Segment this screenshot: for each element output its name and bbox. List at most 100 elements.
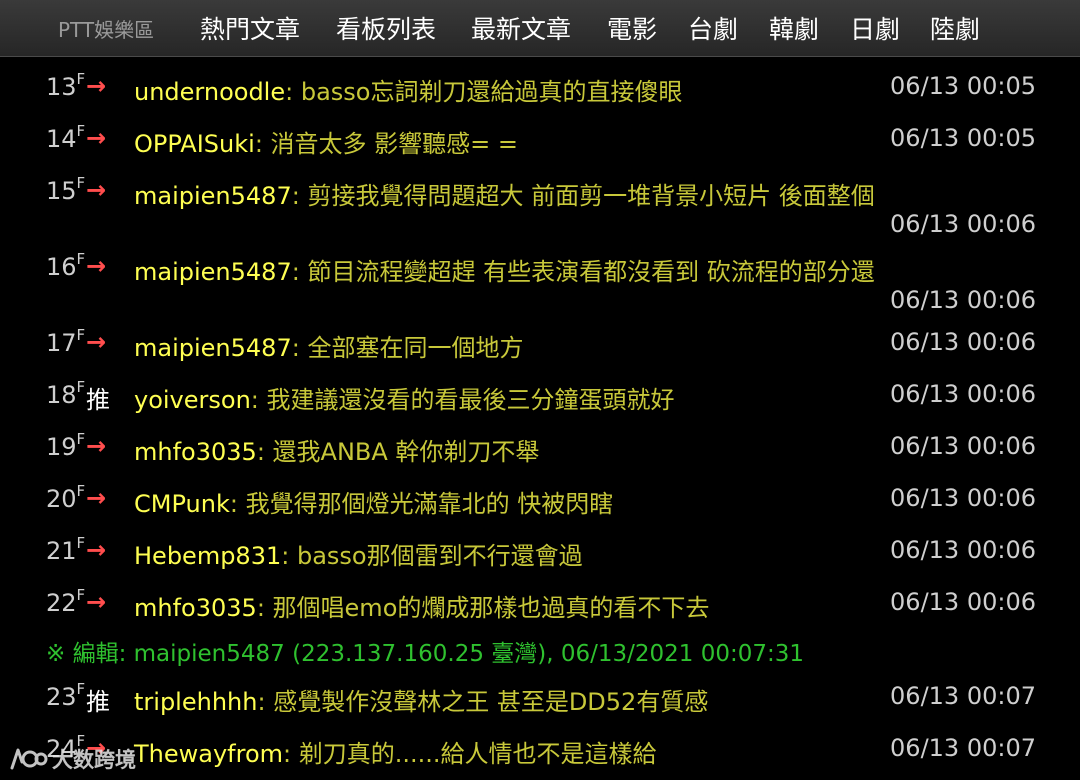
comment-row: 23F 推 triplehhhh: 感覺製作沒聲林之王 甚至是DD52有質感 0… (0, 668, 1080, 716)
comment-content: Hebemp831: basso那個雷到不行還會過 (134, 536, 583, 571)
comment-row: 24F → Thewayfrom: 剃刀真的......給人情也不是這樣給 06… (0, 720, 1080, 768)
comment-user[interactable]: OPPAISuki (134, 130, 255, 158)
floor-number: 22F (46, 586, 86, 617)
comment-row: 20F → CMPunk: 我覺得那個燈光滿靠北的 快被閃瞎 06/13 00:… (0, 470, 1080, 518)
comment-time: 06/13 00:06 (890, 380, 1036, 408)
comment-time: 06/13 00:05 (890, 72, 1036, 100)
watermark-text: 大数跨境 (52, 748, 136, 772)
comment-row: 14F → OPPAISuki: 消音太多 影響聽感= = 06/13 00:0… (0, 110, 1080, 158)
comment-text: 剪接我覺得問題超大 前面剪一堆背景小短片 後面整個 (307, 182, 875, 210)
comment-colon: : (291, 182, 300, 210)
nav-link-hot-articles[interactable]: 熱門文章 (200, 10, 300, 46)
comment-user[interactable]: maipien5487 (134, 182, 292, 210)
comment-time: 06/13 00:06 (890, 536, 1036, 564)
comment-user[interactable]: yoiverson (134, 386, 251, 414)
push-tag: 推 (86, 688, 110, 716)
watermark-logo-icon (10, 748, 48, 770)
comment-content: maipien5487: 節目流程變超趕 有些表演看都沒看到 砍流程的部分還 (134, 252, 875, 287)
top-navbar: PTT娛樂區 熱門文章 看板列表 最新文章 電影 台劇 韓劇 日劇 陸劇 (0, 0, 1080, 57)
nav-link-movies[interactable]: 電影 (607, 10, 657, 46)
nav-link-japanese-drama[interactable]: 日劇 (850, 10, 900, 46)
comment-row: 22F → mhfo3035: 那個唱emo的爛成那樣也過真的看不下去 06/1… (0, 574, 1080, 622)
comment-user[interactable]: mhfo3035 (134, 438, 257, 466)
comment-colon: : (291, 334, 300, 362)
comment-text: 我建議還沒看的看最後三分鐘蛋頭就好 (266, 386, 675, 414)
comment-text: basso那個雷到不行還會過 (296, 542, 583, 570)
arrow-tag: → (86, 176, 107, 204)
comment-content: yoiverson: 我建議還沒看的看最後三分鐘蛋頭就好 (134, 380, 675, 415)
comment-time: 06/13 00:06 (890, 328, 1036, 356)
comment-time: 06/13 00:06 (890, 210, 1036, 238)
comment-text: 感覺製作沒聲林之王 甚至是DD52有質感 (273, 688, 709, 716)
comment-content: mhfo3035: 還我ANBA 幹你剃刀不舉 (134, 432, 539, 467)
comment-time: 06/13 00:07 (890, 734, 1036, 762)
comment-row: 16F → maipien5487: 節目流程變超趕 有些表演看都沒看到 砍流程… (0, 238, 1080, 314)
arrow-tag: → (86, 252, 107, 280)
comment-content: undernoodle: basso忘詞剃刀還給過真的直接傻眼 (134, 72, 683, 107)
arrow-tag: → (86, 484, 107, 512)
comment-text: 剃刀真的......給人情也不是這樣給 (298, 740, 657, 768)
comment-colon: : (250, 386, 259, 414)
comment-row: 19F → mhfo3035: 還我ANBA 幹你剃刀不舉 06/13 00:0… (0, 418, 1080, 466)
comment-time: 06/13 00:07 (890, 682, 1036, 710)
comment-colon: : (291, 258, 300, 286)
floor-number: 15F (46, 174, 86, 205)
comment-list: 13F → undernoodle: basso忘詞剃刀還給過真的直接傻眼 06… (0, 56, 1080, 780)
comment-user[interactable]: mhfo3035 (134, 594, 257, 622)
comment-user[interactable]: triplehhhh (134, 688, 257, 716)
comment-user[interactable]: CMPunk (134, 490, 230, 518)
floor-number: 13F (46, 70, 86, 101)
comment-colon: : (283, 740, 292, 768)
comment-user[interactable]: undernoodle (134, 78, 285, 106)
comment-colon: : (254, 130, 263, 158)
comment-time: 06/13 00:05 (890, 124, 1036, 152)
comment-colon: : (257, 688, 266, 716)
floor-number: 20F (46, 482, 86, 513)
comment-colon: : (285, 78, 294, 106)
nav-link-latest-articles[interactable]: 最新文章 (471, 10, 571, 46)
push-tag: 推 (86, 386, 110, 414)
floor-number: 19F (46, 430, 86, 461)
arrow-tag: → (86, 588, 107, 616)
comment-content: maipien5487: 剪接我覺得問題超大 前面剪一堆背景小短片 後面整個 (134, 176, 875, 211)
comment-colon: : (256, 438, 265, 466)
nav-link-china-drama[interactable]: 陸劇 (930, 10, 980, 46)
comment-text: 節目流程變超趕 有些表演看都沒看到 砍流程的部分還 (307, 258, 875, 286)
comment-user[interactable]: maipien5487 (134, 334, 292, 362)
comment-row: 17F → maipien5487: 全部塞在同一個地方 06/13 00:06 (0, 314, 1080, 362)
comment-text: 我覺得那個燈光滿靠北的 快被閃瞎 (245, 490, 614, 518)
arrow-tag: → (86, 72, 107, 100)
comment-colon: : (256, 594, 265, 622)
comment-text: 消音太多 影響聽感= = (270, 130, 519, 158)
arrow-tag: → (86, 432, 107, 460)
comment-text: basso忘詞剃刀還給過真的直接傻眼 (300, 78, 683, 106)
comment-text: 還我ANBA 幹你剃刀不舉 (272, 438, 540, 466)
nav-link-board-list[interactable]: 看板列表 (336, 10, 436, 46)
floor-number: 17F (46, 326, 86, 357)
brand-link[interactable]: PTT娛樂區 (58, 14, 154, 43)
comment-row: 15F → maipien5487: 剪接我覺得問題超大 前面剪一堆背景小短片 … (0, 162, 1080, 238)
comment-user[interactable]: maipien5487 (134, 258, 292, 286)
comment-row: 13F → undernoodle: basso忘詞剃刀還給過真的直接傻眼 06… (0, 58, 1080, 106)
comment-content: OPPAISuki: 消音太多 影響聽感= = (134, 124, 518, 159)
comment-user[interactable]: Thewayfrom (134, 740, 283, 768)
comment-row: 21F → Hebemp831: basso那個雷到不行還會過 06/13 00… (0, 522, 1080, 570)
comment-content: mhfo3035: 那個唱emo的爛成那樣也過真的看不下去 (134, 588, 709, 623)
comment-colon: : (229, 490, 238, 518)
watermark: 大数跨境 (8, 744, 136, 774)
comment-content: maipien5487: 全部塞在同一個地方 (134, 328, 523, 363)
comment-text: 那個唱emo的爛成那樣也過真的看不下去 (272, 594, 710, 622)
comment-user[interactable]: Hebemp831 (134, 542, 281, 570)
comment-time: 06/13 00:06 (890, 432, 1036, 460)
floor-number: 16F (46, 250, 86, 281)
comment-colon: : (281, 542, 290, 570)
floor-number: 18F (46, 378, 86, 409)
comment-text: 全部塞在同一個地方 (307, 334, 524, 362)
arrow-tag: → (86, 124, 107, 152)
nav-link-korean-drama[interactable]: 韓劇 (769, 10, 819, 46)
comment-content: triplehhhh: 感覺製作沒聲林之王 甚至是DD52有質感 (134, 682, 708, 717)
comment-time: 06/13 00:06 (890, 484, 1036, 512)
comment-content: Thewayfrom: 剃刀真的......給人情也不是這樣給 (134, 734, 657, 769)
comment-row: 18F 推 yoiverson: 我建議還沒看的看最後三分鐘蛋頭就好 06/13… (0, 366, 1080, 414)
nav-link-taiwan-drama[interactable]: 台劇 (688, 10, 738, 46)
